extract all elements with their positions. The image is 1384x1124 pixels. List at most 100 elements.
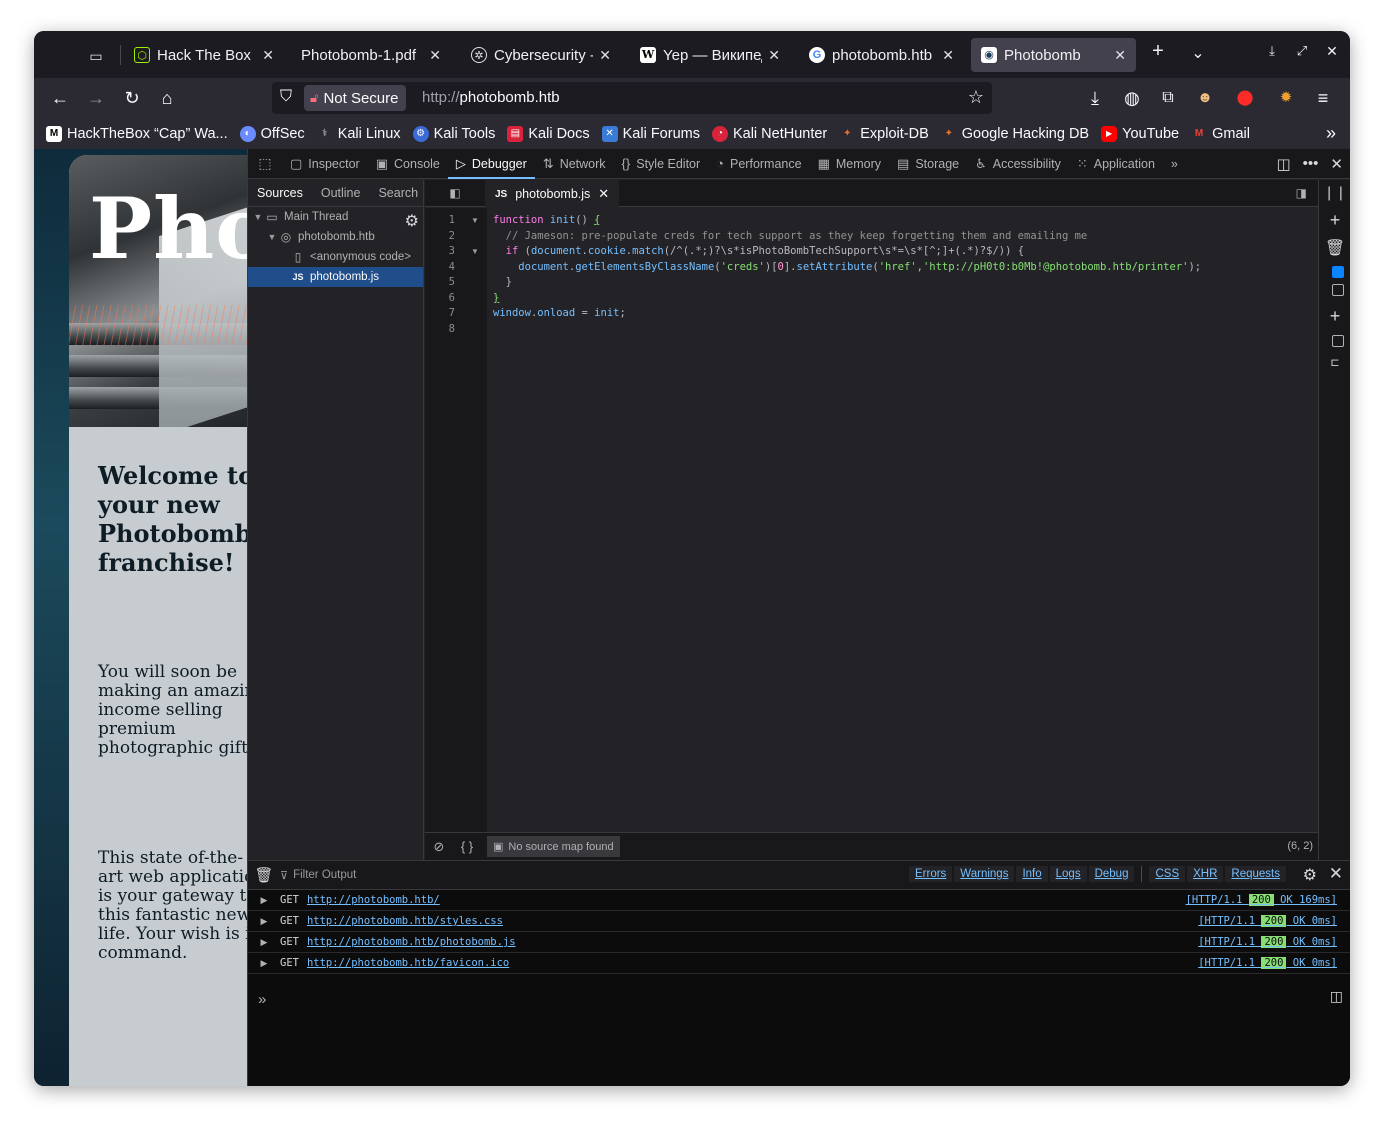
line-number[interactable]: 7 bbox=[425, 307, 455, 319]
url-text[interactable]: http://photobomb.htb bbox=[422, 89, 560, 106]
line-number[interactable]: 5 bbox=[425, 276, 455, 288]
xhr-breakpoint-checkbox[interactable] bbox=[1332, 335, 1344, 347]
tab-console[interactable]: ▣ Console bbox=[368, 149, 448, 179]
bookmark-item[interactable]: ✕ Kali Forums bbox=[601, 125, 700, 142]
tab-inspector[interactable]: ▢ Inspector bbox=[282, 149, 368, 179]
network-log-row[interactable]: ▶ GET http://photobomb.htb/photobomb.js … bbox=[248, 932, 1350, 953]
more-tools-chevron-icon[interactable]: » bbox=[1163, 149, 1186, 179]
request-status[interactable]: [HTTP/1.1 200 OK 0ms] bbox=[1198, 957, 1337, 969]
source-map-status[interactable]: ▣ No source map found bbox=[487, 836, 620, 857]
editor-mode-toggle-icon[interactable]: ◫ bbox=[1330, 988, 1343, 1005]
filter-output-input[interactable]: ⊽ Filter Output bbox=[280, 869, 356, 882]
close-tab-icon[interactable]: ✕ bbox=[1114, 47, 1126, 64]
prettify-icon[interactable]: ⊘ bbox=[425, 839, 453, 855]
console-settings-gear-icon[interactable]: ⚙ bbox=[1303, 865, 1317, 885]
tab-wikipedia[interactable]: W Yep — Википеди ✕ bbox=[630, 38, 790, 72]
tab-photobomb-pdf[interactable]: Photobomb-1.pdf ✕ bbox=[291, 38, 451, 72]
line-number[interactable]: 1 bbox=[425, 214, 455, 226]
event-listener-icon[interactable]: ⊏ bbox=[1319, 356, 1350, 369]
firefox-view-icon[interactable]: ▭ bbox=[82, 43, 110, 69]
request-url[interactable]: http://photobomb.htb/favicon.ico bbox=[307, 957, 509, 969]
pause-on-exceptions-checkbox[interactable] bbox=[1332, 266, 1344, 278]
close-tab-icon[interactable]: ✕ bbox=[429, 47, 441, 64]
network-log-row[interactable]: ▶ GET http://photobomb.htb/favicon.ico [… bbox=[248, 953, 1350, 974]
tree-item-photobomb-htb[interactable]: ▼ ◎ photobomb.htb bbox=[248, 227, 423, 247]
add-breakpoint-icon[interactable]: + bbox=[1319, 306, 1350, 327]
bookmark-star-icon[interactable]: ☆ bbox=[968, 87, 984, 108]
extension-owl-icon[interactable]: ☻ bbox=[1192, 86, 1218, 110]
tree-item-photobomb-js[interactable]: JS photobomb.js bbox=[248, 267, 423, 287]
close-editor-tab-icon[interactable]: ✕ bbox=[598, 186, 609, 202]
request-url[interactable]: http://photobomb.htb/ bbox=[307, 894, 440, 906]
close-tab-icon[interactable]: ✕ bbox=[262, 47, 274, 64]
code-area[interactable]: function init() { // Jameson: pre-popula… bbox=[487, 208, 1319, 832]
expand-twisty-icon[interactable]: ▶ bbox=[248, 916, 280, 927]
bookmark-item[interactable]: ▶ YouTube bbox=[1101, 125, 1179, 142]
tab-accessibility[interactable]: ♿︎ Accessibility bbox=[967, 149, 1069, 179]
tab-google-photobomb[interactable]: G photobomb.htb - ✕ bbox=[799, 38, 964, 72]
filter-info-button[interactable]: Info bbox=[1016, 866, 1048, 882]
pause-icon[interactable]: ❘❘ bbox=[1319, 184, 1350, 201]
tree-item-main-thread[interactable]: ▼ ▭ Main Thread ⚙ bbox=[248, 207, 423, 230]
filter-debug-button[interactable]: Debug bbox=[1088, 866, 1135, 882]
filter-errors-button[interactable]: Errors bbox=[908, 866, 953, 882]
line-number[interactable]: 3 bbox=[425, 245, 455, 257]
expand-twisty-icon[interactable]: ▶ bbox=[248, 895, 280, 906]
extension-cookie-icon[interactable]: ✹ bbox=[1273, 86, 1299, 110]
close-tab-icon[interactable]: ✕ bbox=[768, 47, 780, 64]
maximize-icon[interactable]: ⤢ bbox=[1290, 43, 1314, 59]
filter-css-button[interactable]: CSS bbox=[1149, 866, 1186, 882]
tab-photobomb-active[interactable]: ◉ Photobomb ✕ bbox=[971, 38, 1136, 72]
close-split-console-icon[interactable]: ✕ bbox=[1329, 864, 1343, 884]
minimize-icon[interactable]: ⤓ bbox=[1260, 43, 1284, 59]
expand-twisty-icon[interactable]: ▼ bbox=[252, 212, 264, 222]
dock-side-icon[interactable]: ◫ bbox=[1276, 155, 1290, 173]
expand-twisty-icon[interactable]: ▶ bbox=[248, 937, 280, 948]
toggle-debug-pane-icon[interactable]: ◨ bbox=[1296, 186, 1307, 200]
fold-arrow-icon[interactable]: ▼ bbox=[471, 216, 479, 225]
request-status[interactable]: [HTTP/1.1 200 OK 0ms] bbox=[1198, 915, 1337, 927]
editor-tab-photobomb-js[interactable]: JS photobomb.js ✕ bbox=[485, 179, 620, 207]
close-window-icon[interactable]: ✕ bbox=[1320, 43, 1344, 60]
close-devtools-icon[interactable]: ✕ bbox=[1330, 155, 1343, 173]
back-arrow-icon[interactable]: ← bbox=[47, 86, 73, 110]
request-url[interactable]: http://photobomb.htb/styles.css bbox=[307, 915, 503, 927]
tab-memory[interactable]: ▦ Memory bbox=[810, 149, 889, 179]
close-tab-icon[interactable]: ✕ bbox=[599, 47, 611, 64]
forward-arrow-icon[interactable]: → bbox=[83, 86, 109, 110]
url-bar[interactable]: ⛉ 🔓︎ Not Secure http://photobomb.htb ☆ bbox=[272, 82, 992, 114]
tab-performance[interactable]: ◔ Performance bbox=[708, 149, 809, 179]
tree-item-anonymous-code[interactable]: ▯ <anonymous code> bbox=[248, 247, 423, 267]
bookmark-item[interactable]: ✦ Google Hacking DB bbox=[941, 126, 1090, 142]
tab-search[interactable]: Search bbox=[369, 186, 427, 200]
element-picker-icon[interactable]: ⬚ bbox=[248, 155, 282, 172]
devtools-menu-icon[interactable]: ••• bbox=[1303, 155, 1319, 173]
toggle-sources-pane-icon[interactable]: ◧ bbox=[425, 186, 485, 200]
tab-network[interactable]: ⇅ Network bbox=[535, 149, 614, 179]
menu-hamburger-icon[interactable]: ≡ bbox=[1310, 86, 1336, 110]
filter-logs-button[interactable]: Logs bbox=[1049, 866, 1087, 882]
pretty-print-braces-icon[interactable]: { } bbox=[453, 839, 481, 854]
tracking-shield-icon[interactable]: ⛉ bbox=[280, 88, 298, 108]
expand-twisty-icon[interactable]: ▶ bbox=[248, 958, 280, 969]
trash-icon[interactable]: 🗑︎ bbox=[1319, 238, 1350, 258]
filter-xhr-button[interactable]: XHR bbox=[1187, 866, 1224, 882]
bookmark-item[interactable]: ✦ Exploit-DB bbox=[839, 126, 929, 142]
bookmark-item[interactable]: ▤ Kali Docs bbox=[507, 125, 590, 142]
reload-icon[interactable]: ↻ bbox=[119, 86, 145, 110]
close-tab-icon[interactable]: ✕ bbox=[942, 47, 954, 64]
downloads-icon[interactable]: ⤓ bbox=[1082, 86, 1108, 110]
expand-twisty-icon[interactable]: ▼ bbox=[266, 232, 278, 242]
account-icon[interactable]: ◍ bbox=[1119, 86, 1145, 110]
add-watch-icon[interactable]: + bbox=[1319, 210, 1350, 231]
tab-sources[interactable]: Sources bbox=[248, 186, 312, 200]
line-number[interactable]: 6 bbox=[425, 292, 455, 304]
line-number[interactable]: 4 bbox=[425, 261, 455, 273]
pause-on-caught-checkbox[interactable] bbox=[1332, 284, 1344, 296]
bookmark-item[interactable]: M HackTheBox “Cap” Wa... bbox=[46, 125, 228, 142]
console-input-prompt-icon[interactable]: » bbox=[258, 991, 266, 1008]
network-log-row[interactable]: ▶ GET http://photobomb.htb/ [HTTP/1.1 20… bbox=[248, 890, 1350, 911]
site-security-button[interactable]: 🔓︎ Not Secure bbox=[304, 85, 407, 111]
tab-style-editor[interactable]: {} Style Editor bbox=[614, 149, 709, 179]
request-status[interactable]: [HTTP/1.1 200 OK 0ms] bbox=[1198, 936, 1337, 948]
